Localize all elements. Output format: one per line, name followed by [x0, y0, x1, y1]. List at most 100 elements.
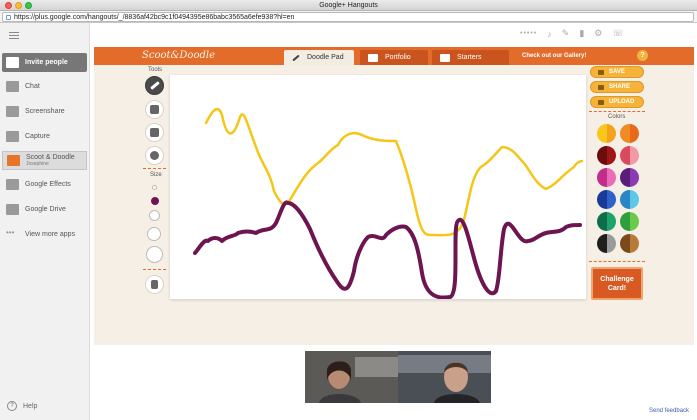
swatch-half	[620, 146, 630, 165]
challenge-line-1: Challenge	[600, 275, 634, 283]
stamp-tool-button[interactable]	[145, 123, 164, 142]
camera-off-icon[interactable]: ✎	[562, 28, 570, 39]
hangout-toolbar: ••••• ♪ ✎ ▮ ⚙ ☏	[520, 28, 624, 39]
tools-label: Tools	[148, 67, 163, 73]
brush-size-xs[interactable]	[152, 185, 157, 190]
color-swatch[interactable]	[620, 190, 639, 209]
swatch-half	[606, 190, 616, 209]
swatch-half	[620, 212, 630, 231]
doodle-canvas[interactable]	[170, 75, 586, 300]
upload-button[interactable]: UPLOAD	[590, 96, 644, 108]
close-window-button[interactable]	[5, 2, 12, 9]
bandwidth-indicator: •••••	[520, 30, 538, 37]
settings-gear-icon[interactable]: ⚙	[594, 28, 602, 39]
color-swatch[interactable]	[620, 124, 639, 143]
eraser-tool-button[interactable]	[145, 100, 164, 119]
sidebar-item-label: Google Effects	[25, 181, 71, 188]
sidebar-item-google-drive[interactable]: Google Drive	[2, 200, 87, 219]
send-feedback-link[interactable]: Send feedback	[649, 408, 689, 414]
url-field[interactable]: https://plus.google.com/hangouts/_/8836a…	[2, 12, 694, 22]
minimize-window-button[interactable]	[15, 2, 22, 9]
menu-icon[interactable]	[9, 32, 19, 41]
swatch-half	[606, 146, 616, 165]
help-link[interactable]: ? Help	[7, 401, 37, 411]
sidebar-item-sublabel: Josephine	[26, 160, 49, 167]
pen-icon	[149, 81, 160, 90]
trash-button[interactable]	[145, 275, 164, 294]
pen-tool-button[interactable]	[145, 76, 164, 95]
participant-video-1[interactable]	[305, 351, 398, 403]
sidebar-item-view-more-apps[interactable]: ••• View more apps	[2, 225, 87, 244]
brush-size-lg[interactable]	[147, 227, 161, 241]
gallery-link[interactable]: Check out our Gallery!	[522, 53, 586, 59]
swatch-half	[606, 168, 616, 187]
color-swatch[interactable]	[597, 234, 616, 253]
app-help-icon[interactable]: ?	[637, 50, 648, 61]
swatch-half	[597, 212, 607, 231]
swatch-half	[629, 212, 639, 231]
upload-label: UPLOAD	[609, 99, 635, 105]
camera-icon	[6, 131, 19, 142]
brush-size-xl[interactable]	[146, 246, 163, 263]
participant-video-strip	[305, 351, 491, 403]
yellow-stroke	[204, 107, 584, 237]
participant-video-2[interactable]	[398, 351, 491, 403]
brush-size-md[interactable]	[149, 210, 160, 221]
color-swatch[interactable]	[597, 190, 616, 209]
upload-icon	[598, 99, 604, 105]
sidebar-item-label: Google Drive	[25, 206, 66, 213]
save-label: SAVE	[609, 69, 625, 75]
add-person-icon	[6, 57, 19, 68]
text-tool-button[interactable]	[145, 146, 164, 165]
challenge-card-button[interactable]: Challenge Card!	[591, 267, 643, 300]
app-logo: Scoot&Doodle	[142, 50, 215, 61]
colors-label: Colors	[608, 114, 626, 120]
color-swatch[interactable]	[597, 124, 616, 143]
color-swatch[interactable]	[597, 168, 616, 187]
color-swatch[interactable]	[620, 146, 639, 165]
sidebar-item-scoot-doodle[interactable]: Scoot & Doodle Josephine	[2, 151, 87, 170]
tab-doodle-pad[interactable]: Doodle Pad	[284, 50, 354, 65]
sidebar-item-label: Scoot & Doodle	[26, 153, 75, 161]
swatch-half	[597, 168, 607, 187]
color-swatch[interactable]	[597, 146, 616, 165]
sidebar-item-capture[interactable]: Capture	[2, 127, 87, 146]
sidebar-item-label: View more apps	[25, 231, 76, 238]
swatch-half	[606, 234, 616, 253]
swatch-half	[629, 168, 639, 187]
color-swatch[interactable]	[620, 168, 639, 187]
tab-portfolio[interactable]: Portfolio	[360, 50, 428, 65]
sidebar-item-screenshare[interactable]: Screenshare	[2, 102, 87, 121]
zoom-window-button[interactable]	[25, 2, 32, 9]
eraser-icon	[150, 105, 159, 114]
color-swatch[interactable]	[620, 234, 639, 253]
swatch-half	[620, 190, 630, 209]
sidebar-item-label: Screenshare	[25, 108, 65, 115]
swatch-half	[620, 234, 630, 253]
chat-icon	[6, 81, 19, 92]
swatch-half	[620, 168, 630, 187]
sidebar-item-invite-people[interactable]: Invite people	[2, 53, 87, 72]
window-title: Google+ Hangouts	[319, 2, 378, 9]
speech-bubble-icon	[150, 151, 159, 160]
grid-icon	[368, 53, 378, 62]
divider	[143, 168, 166, 169]
challenge-line-2: Card!	[607, 284, 627, 292]
save-button[interactable]: SAVE	[590, 66, 644, 78]
exit-call-icon[interactable]: ☏	[612, 28, 623, 39]
swatch-half	[629, 234, 639, 253]
mute-mic-icon[interactable]: ♪	[547, 29, 552, 39]
sidebar-item-label: Invite people	[25, 59, 68, 66]
sidebar-item-google-effects[interactable]: Google Effects	[2, 175, 87, 194]
share-button[interactable]: SHARE	[590, 81, 644, 93]
tab-label: Portfolio	[385, 54, 411, 61]
sidebar-item-chat[interactable]: Chat	[2, 77, 87, 96]
tab-starters[interactable]: Starters	[432, 50, 509, 65]
sidebar-item-text: Scoot & Doodle Josephine	[26, 154, 75, 168]
image-icon	[440, 53, 450, 62]
color-swatch[interactable]	[620, 212, 639, 231]
brush-size-sm[interactable]	[151, 197, 159, 205]
help-label: Help	[23, 402, 38, 410]
color-swatch[interactable]	[597, 212, 616, 231]
share-icon	[598, 84, 604, 90]
